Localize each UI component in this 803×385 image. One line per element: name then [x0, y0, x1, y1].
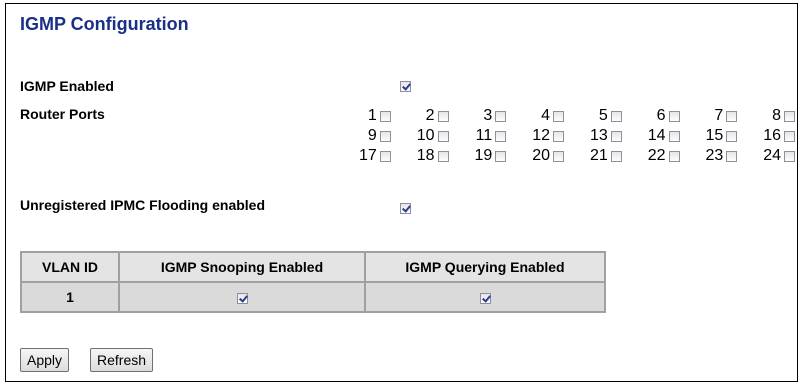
port-number: 10	[416, 127, 435, 144]
router-port-checkbox[interactable]	[726, 130, 738, 142]
router-port-checkbox[interactable]	[610, 110, 622, 122]
router-port: 20	[506, 147, 564, 165]
router-ports-label: Router Ports	[20, 106, 105, 122]
port-number: 24	[763, 147, 781, 164]
snooping-checkbox[interactable]	[236, 292, 248, 304]
router-port: 15	[680, 127, 738, 145]
port-number: 15	[705, 127, 724, 144]
port-number: 22	[647, 147, 666, 164]
router-port-checkbox[interactable]	[610, 130, 622, 142]
router-port: 7	[680, 107, 738, 125]
router-port-checkbox[interactable]	[553, 130, 564, 142]
router-ports-row: 1 2 3 4 5 6 7 8	[333, 106, 795, 126]
router-port: 9	[333, 127, 391, 145]
content-frame	[5, 3, 798, 382]
port-number: 3	[483, 107, 493, 124]
router-port-checkbox[interactable]	[437, 110, 449, 122]
igmp-enabled-checkbox[interactable]	[400, 81, 411, 92]
router-port: 13	[564, 127, 622, 145]
router-ports-row: 9 10 11 12 13 14 15 16	[333, 126, 795, 146]
router-port-checkbox[interactable]	[784, 150, 795, 162]
router-port: 1	[333, 107, 391, 125]
port-number: 23	[705, 147, 724, 164]
router-ports-grid: 1 2 3 4 5 6 7 8 9 10 11 12 13 14 15 16 1…	[333, 106, 795, 166]
port-number: 7	[714, 107, 724, 124]
router-port-checkbox[interactable]	[495, 130, 507, 142]
router-port-checkbox[interactable]	[726, 150, 738, 162]
router-port: 12	[506, 127, 564, 145]
router-port: 16	[737, 127, 795, 145]
table-header-row: VLAN ID IGMP Snooping Enabled IGMP Query…	[20, 251, 606, 283]
router-port: 21	[564, 147, 622, 165]
router-port-checkbox[interactable]	[553, 110, 564, 122]
router-port: 24	[737, 147, 795, 165]
router-port-checkbox[interactable]	[495, 110, 507, 122]
snooping-header: IGMP Snooping Enabled	[118, 251, 366, 283]
snooping-cell	[118, 281, 366, 313]
router-port-checkbox[interactable]	[379, 110, 391, 122]
port-number: 19	[474, 147, 493, 164]
router-port: 19	[449, 147, 507, 165]
port-number: 13	[589, 127, 608, 144]
router-port: 22	[622, 147, 680, 165]
router-port: 5	[564, 107, 622, 125]
port-number: 12	[532, 127, 550, 144]
vlan-id-cell: 1	[20, 281, 120, 313]
querying-cell	[364, 281, 606, 313]
port-number: 2	[425, 107, 435, 124]
router-port-checkbox[interactable]	[668, 110, 680, 122]
port-number: 16	[763, 127, 781, 144]
port-number: 21	[589, 147, 608, 164]
router-port-checkbox[interactable]	[437, 130, 449, 142]
port-number: 6	[656, 107, 666, 124]
port-number: 4	[541, 107, 550, 124]
router-port-checkbox[interactable]	[379, 150, 391, 162]
router-port: 11	[449, 127, 507, 145]
port-number: 18	[416, 147, 435, 164]
router-port-checkbox[interactable]	[437, 150, 449, 162]
router-port-checkbox[interactable]	[495, 150, 507, 162]
router-port-checkbox[interactable]	[668, 130, 680, 142]
port-number: 1	[367, 107, 377, 124]
router-port-checkbox[interactable]	[553, 150, 564, 162]
router-port: 23	[680, 147, 738, 165]
router-port-checkbox[interactable]	[726, 110, 738, 122]
igmp-enabled-label: IGMP Enabled	[20, 78, 114, 94]
ipmc-flooding-label: Unregistered IPMC Flooding enabled	[20, 197, 266, 213]
ipmc-flooding-checkbox[interactable]	[400, 203, 411, 214]
router-port-checkbox[interactable]	[668, 150, 680, 162]
table-row: 1	[20, 281, 606, 313]
router-ports-row: 17 18 19 20 21 22 23 24	[333, 146, 795, 166]
router-port: 14	[622, 127, 680, 145]
port-number: 14	[647, 127, 666, 144]
router-port-checkbox[interactable]	[784, 130, 795, 142]
port-number: 8	[772, 107, 781, 124]
router-port: 6	[622, 107, 680, 125]
router-port-checkbox[interactable]	[610, 150, 622, 162]
router-port: 17	[333, 147, 391, 165]
router-port-checkbox[interactable]	[379, 130, 391, 142]
router-port: 8	[737, 107, 795, 125]
vlan-table: VLAN ID IGMP Snooping Enabled IGMP Query…	[20, 251, 606, 313]
querying-header: IGMP Querying Enabled	[364, 251, 606, 283]
querying-checkbox[interactable]	[479, 292, 491, 304]
port-number: 20	[532, 147, 550, 164]
port-number: 9	[367, 127, 377, 144]
router-port: 4	[506, 107, 564, 125]
port-number: 11	[475, 127, 493, 144]
port-number: 17	[358, 147, 377, 164]
vlan-id-header: VLAN ID	[20, 251, 120, 283]
page-title: IGMP Configuration	[20, 14, 189, 34]
router-port: 10	[391, 127, 449, 145]
router-port: 3	[449, 107, 507, 125]
router-port: 2	[391, 107, 449, 125]
router-port: 18	[391, 147, 449, 165]
port-number: 5	[598, 107, 608, 124]
router-port-checkbox[interactable]	[784, 110, 795, 122]
refresh-button[interactable]: Refresh	[90, 348, 154, 372]
apply-button[interactable]: Apply	[20, 348, 70, 372]
